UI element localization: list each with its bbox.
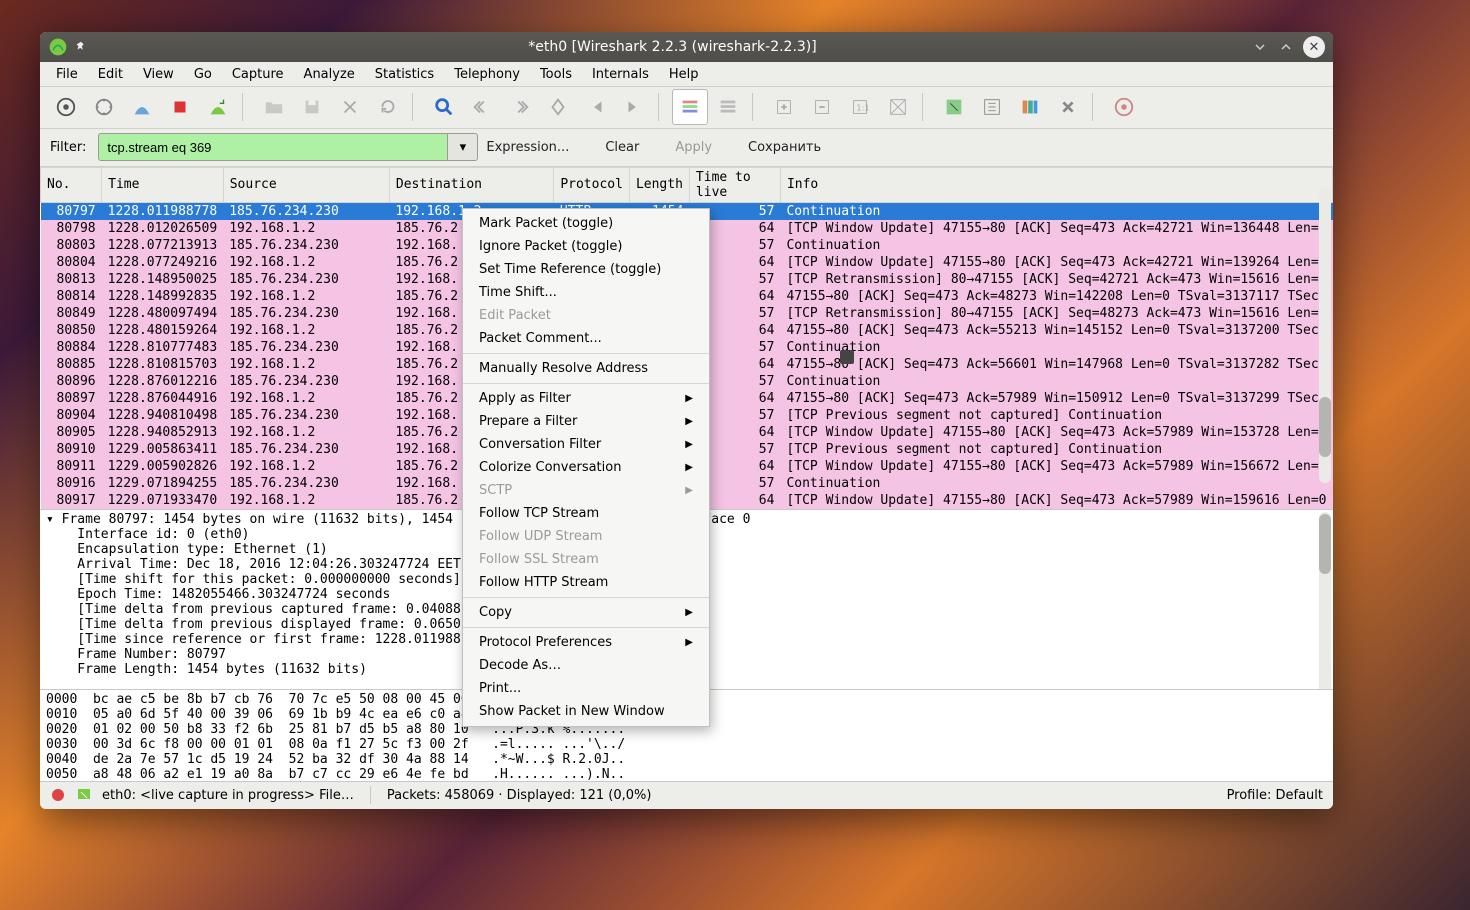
column-header[interactable]: Time — [102, 167, 224, 202]
menu-capture[interactable]: Capture — [222, 63, 294, 86]
capture-comment-icon[interactable] — [76, 787, 92, 803]
titlebar: *eth0 [Wireshark 2.2.3 (wireshark-2.2.3)… — [40, 32, 1333, 62]
statusbar-profile[interactable]: Profile: Default — [1227, 788, 1323, 803]
menu-separator — [463, 627, 709, 628]
context-menu-item[interactable]: Ignore Packet (toggle) — [463, 235, 709, 258]
packet-context-menu[interactable]: Mark Packet (toggle)Ignore Packet (toggl… — [462, 208, 710, 727]
zoom-in-icon[interactable] — [766, 89, 802, 125]
context-menu-item[interactable]: Protocol Preferences▶ — [463, 631, 709, 654]
clear-button[interactable]: Clear — [605, 140, 639, 155]
resize-columns-icon[interactable] — [880, 89, 916, 125]
context-menu-item[interactable]: Set Time Reference (toggle) — [463, 258, 709, 281]
filter-dropdown-button[interactable]: ▾ — [448, 133, 478, 161]
open-file-icon[interactable] — [256, 89, 292, 125]
column-header[interactable]: Protocol — [554, 167, 630, 202]
reload-icon[interactable] — [370, 89, 406, 125]
capture-filters-icon[interactable] — [936, 89, 972, 125]
context-menu-item[interactable]: Show Packet in New Window — [463, 700, 709, 723]
filter-label: Filter: — [50, 140, 86, 155]
go-to-packet-icon[interactable] — [540, 89, 576, 125]
zoom-out-icon[interactable] — [804, 89, 840, 125]
context-menu-item[interactable]: Follow TCP Stream — [463, 502, 709, 525]
menu-go[interactable]: Go — [184, 63, 222, 86]
menu-separator — [463, 597, 709, 598]
context-menu-item[interactable]: Time Shift... — [463, 281, 709, 304]
context-menu-item: Edit Packet — [463, 304, 709, 327]
minimize-button[interactable] — [1251, 38, 1269, 56]
preferences-icon[interactable] — [1050, 89, 1086, 125]
context-menu-item[interactable]: Decode As… — [463, 654, 709, 677]
go-last-icon[interactable] — [616, 89, 652, 125]
context-menu-item[interactable]: Prepare a Filter▶ — [463, 410, 709, 433]
filter-input[interactable] — [98, 133, 448, 161]
packet-list-scrollbar[interactable] — [1319, 187, 1331, 483]
svg-text:1:1: 1:1 — [856, 103, 869, 113]
zoom-reset-icon[interactable]: 1:1 — [842, 89, 878, 125]
menu-separator — [463, 383, 709, 384]
context-menu-item: Follow SSL Stream — [463, 548, 709, 571]
menu-help[interactable]: Help — [659, 63, 709, 86]
statusbar-interface: eth0: <live capture in progress> File… — [102, 788, 354, 803]
context-menu-item[interactable]: Packet Comment... — [463, 327, 709, 350]
toolbar: 1:1 — [40, 87, 1333, 129]
menu-telephony[interactable]: Telephony — [444, 63, 530, 86]
auto-scroll-icon[interactable] — [710, 89, 746, 125]
column-header[interactable]: Length — [629, 167, 689, 202]
app-icon — [48, 37, 68, 57]
apply-button[interactable]: Apply — [675, 140, 712, 155]
context-menu-item: Follow UDP Stream — [463, 525, 709, 548]
statusbar: eth0: <live capture in progress> File… P… — [40, 781, 1333, 810]
go-forward-icon[interactable] — [502, 89, 538, 125]
menu-edit[interactable]: Edit — [88, 63, 133, 86]
pin-icon[interactable] — [74, 40, 88, 54]
column-header[interactable]: Source — [223, 167, 389, 202]
display-filters-icon[interactable] — [974, 89, 1010, 125]
menu-file[interactable]: File — [46, 63, 88, 86]
statusbar-packets: Packets: 458069 · Displayed: 121 (0,0%) — [387, 788, 652, 803]
close-file-icon[interactable] — [332, 89, 368, 125]
context-menu-item[interactable]: Print... — [463, 677, 709, 700]
close-button[interactable]: ✕ — [1303, 36, 1325, 58]
menu-view[interactable]: View — [133, 63, 184, 86]
interfaces-icon[interactable] — [48, 89, 84, 125]
save-button[interactable]: Сохранить — [748, 140, 821, 155]
context-menu-item[interactable]: Copy▶ — [463, 601, 709, 624]
menu-statistics[interactable]: Statistics — [365, 63, 444, 86]
details-scrollbar[interactable] — [1319, 512, 1331, 689]
context-menu-item[interactable]: Conversation Filter▶ — [463, 433, 709, 456]
restart-capture-icon[interactable] — [200, 89, 236, 125]
cursor-icon — [840, 350, 854, 364]
context-menu-item: SCTP▶ — [463, 479, 709, 502]
save-file-icon[interactable] — [294, 89, 330, 125]
start-capture-icon[interactable] — [124, 89, 160, 125]
menu-separator — [463, 353, 709, 354]
menubar: FileEditViewGoCaptureAnalyzeStatisticsTe… — [40, 62, 1333, 87]
filter-bar: Filter: ▾ Expression... Clear Apply Сохр… — [40, 129, 1333, 167]
column-header[interactable]: Destination — [389, 167, 553, 202]
column-header[interactable]: Info — [780, 167, 1332, 202]
menu-internals[interactable]: Internals — [582, 63, 659, 86]
column-header[interactable]: No. — [41, 167, 102, 202]
context-menu-item[interactable]: Follow HTTP Stream — [463, 571, 709, 594]
expert-info-icon[interactable] — [50, 787, 66, 803]
maximize-button[interactable] — [1277, 38, 1295, 56]
help-icon[interactable] — [1106, 89, 1142, 125]
coloring-rules-icon[interactable] — [1012, 89, 1048, 125]
context-menu-item[interactable]: Colorize Conversation▶ — [463, 456, 709, 479]
menu-analyze[interactable]: Analyze — [294, 63, 365, 86]
stop-capture-icon[interactable] — [162, 89, 198, 125]
options-icon[interactable] — [86, 89, 122, 125]
colorize-icon[interactable] — [672, 89, 708, 125]
menu-tools[interactable]: Tools — [530, 63, 582, 86]
column-header[interactable]: Time to live — [689, 167, 780, 202]
find-icon[interactable] — [426, 89, 462, 125]
go-back-icon[interactable] — [464, 89, 500, 125]
context-menu-item[interactable]: Manually Resolve Address — [463, 357, 709, 380]
context-menu-item[interactable]: Apply as Filter▶ — [463, 387, 709, 410]
window-title: *eth0 [Wireshark 2.2.3 (wireshark-2.2.3)… — [94, 39, 1251, 55]
context-menu-item[interactable]: Mark Packet (toggle) — [463, 212, 709, 235]
expression-button[interactable]: Expression... — [486, 140, 569, 155]
go-first-icon[interactable] — [578, 89, 614, 125]
